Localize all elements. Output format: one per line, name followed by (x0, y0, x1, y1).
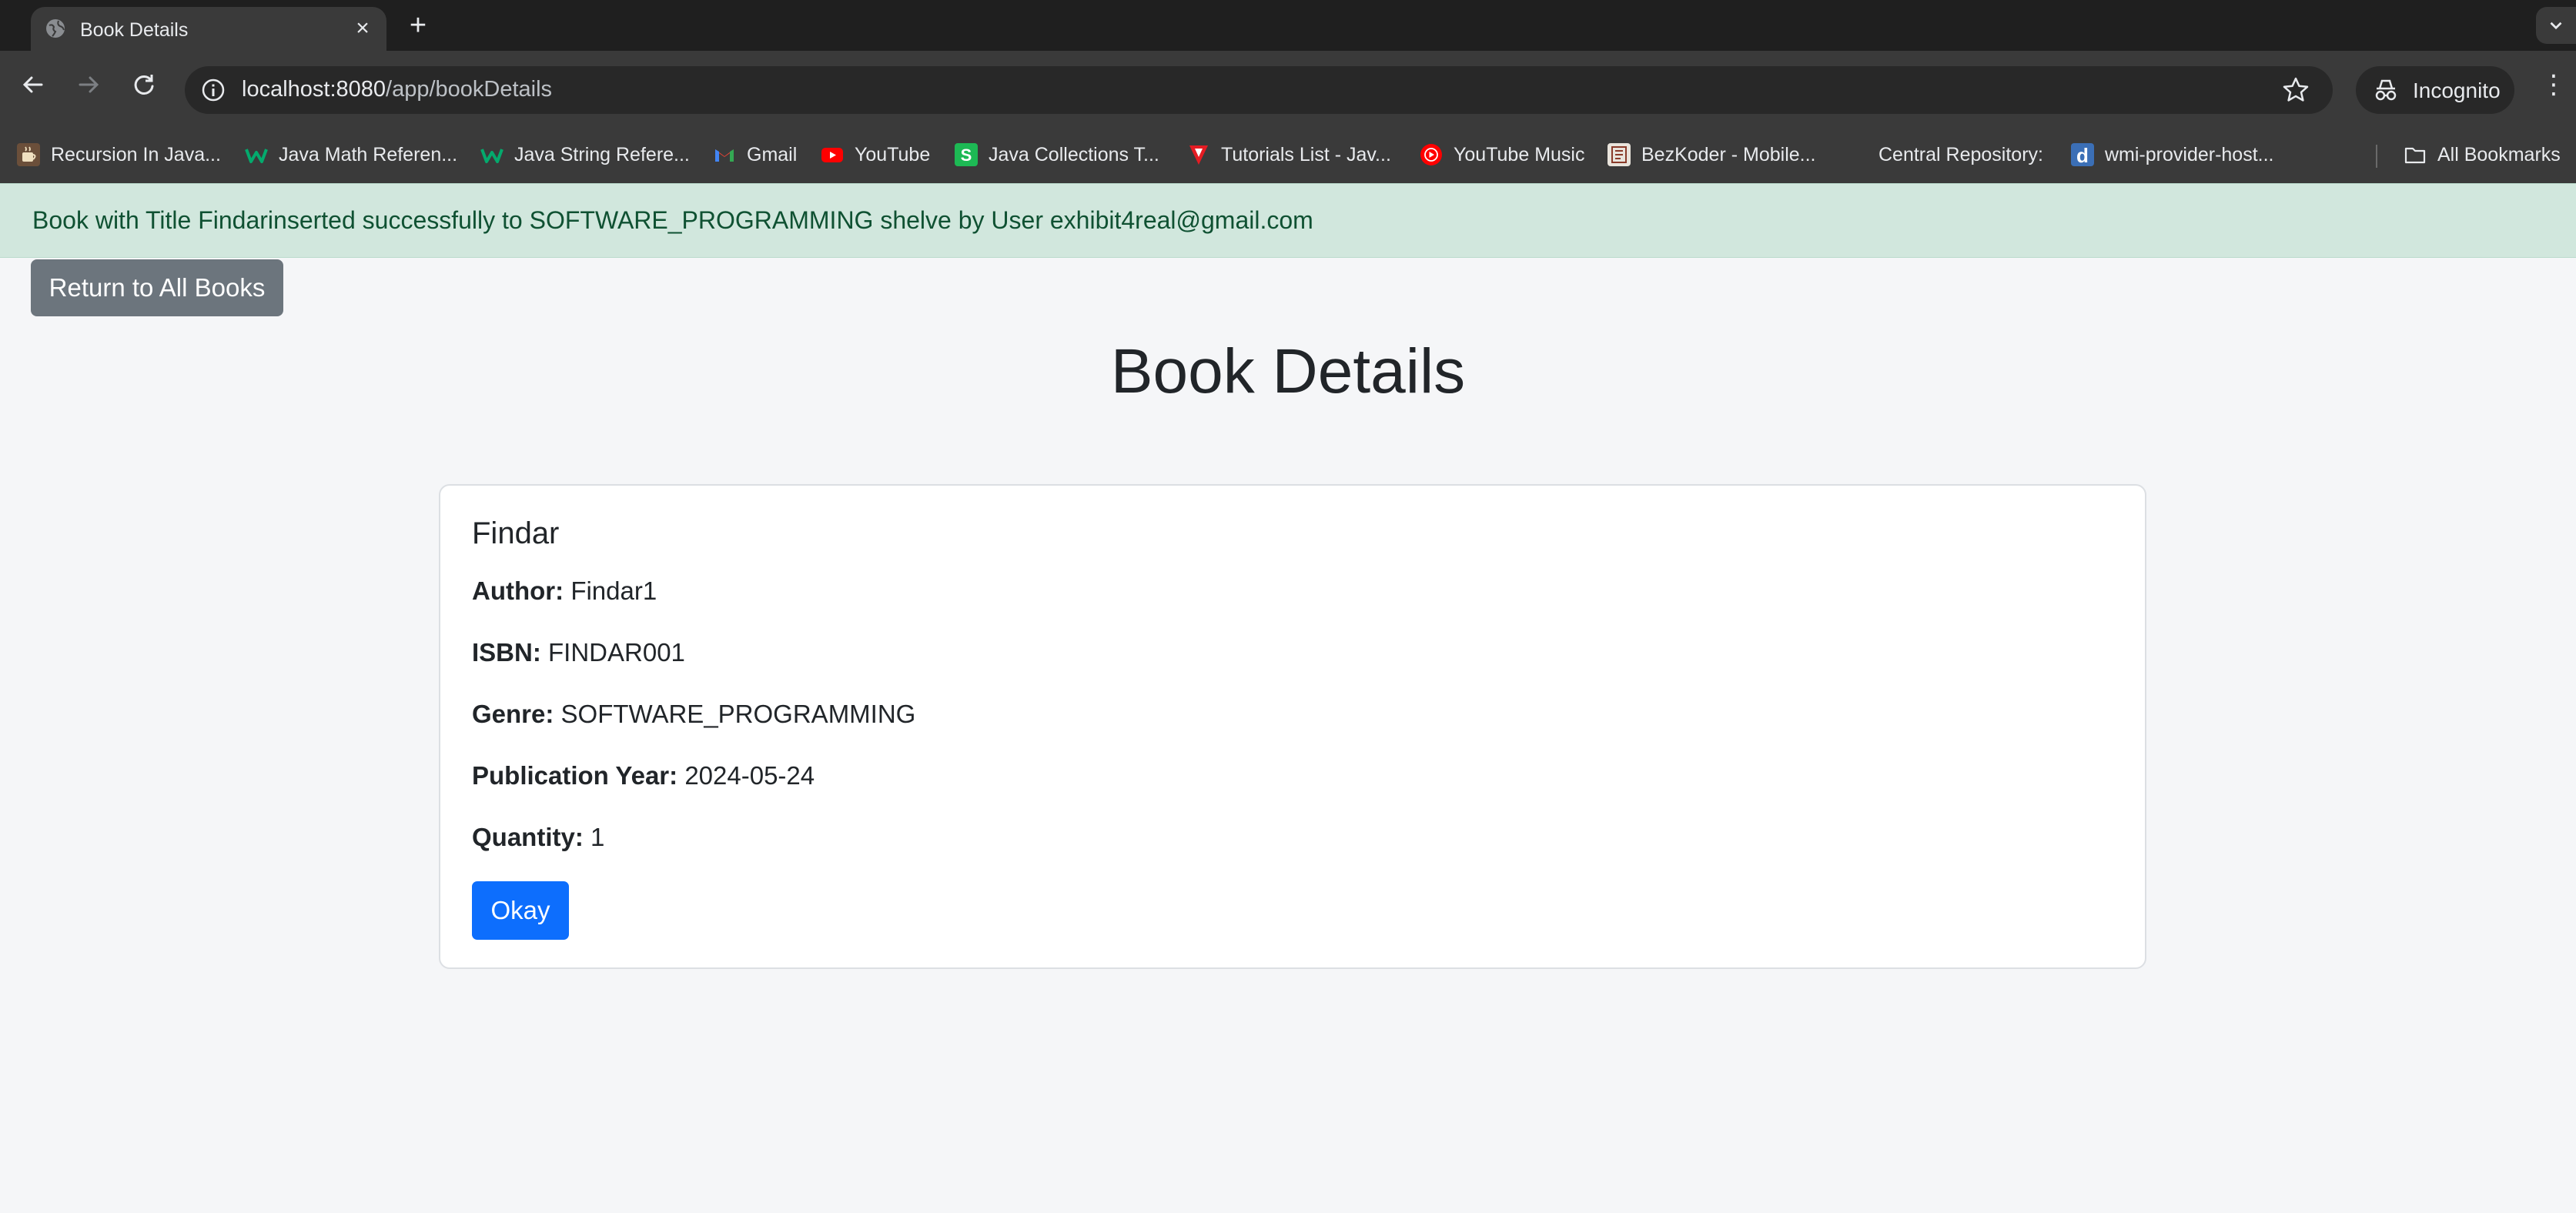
incognito-icon (2375, 79, 2397, 101)
arrow-left-icon (22, 76, 43, 93)
url-host: localhost:8080 (242, 77, 386, 102)
incognito-label: Incognito (2413, 79, 2501, 102)
browser-tab[interactable]: Book Details × (31, 7, 386, 51)
publication-year-field: Publication Year: 2024-05-24 (472, 761, 815, 790)
arrow-right-icon (79, 76, 99, 93)
genre-value: SOFTWARE_PROGRAMMING (560, 700, 916, 728)
bookmark-item[interactable]: Central Repository: (1878, 134, 2043, 175)
back-button[interactable] (15, 67, 51, 102)
isbn-label: ISBN: (472, 638, 541, 667)
bookmark-item[interactable]: Tutorials List - Jav... (1187, 134, 1391, 175)
publication-year-value: 2024-05-24 (684, 761, 815, 790)
quantity-label: Quantity: (472, 823, 584, 851)
w3schools-favicon-icon (245, 143, 268, 166)
all-bookmarks-label: All Bookmarks (2437, 143, 2561, 165)
new-tab-button[interactable]: + (403, 10, 433, 41)
isbn-field: ISBN: FINDAR001 (472, 638, 685, 667)
d-favicon-icon: d (2071, 143, 2094, 167)
bookmark-item[interactable]: YouTube (821, 134, 930, 175)
javatpoint-icon (1187, 143, 1210, 166)
w3schools-favicon-icon (480, 143, 503, 166)
book-details-card: Findar Author: Findar1 ISBN: FINDAR001 G… (439, 484, 2146, 969)
bookmarks-divider (2376, 145, 2377, 168)
bookmark-label: YouTube Music (1454, 143, 1585, 165)
star-icon[interactable] (2280, 75, 2311, 105)
svg-text:S: S (961, 145, 972, 165)
bookmark-label: Java Math Referen... (279, 143, 458, 165)
bookmark-item[interactable]: Gmail (713, 134, 797, 175)
author-label: Author: (472, 576, 564, 605)
chevron-down-icon (2550, 22, 2562, 30)
genre-field: Genre: SOFTWARE_PROGRAMMING (472, 700, 915, 729)
bookmark-item[interactable]: Java String Refere... (480, 134, 690, 175)
folder-icon (2404, 143, 2427, 166)
bookmark-item[interactable]: Recursion In Java... (17, 134, 221, 175)
bookmark-label: wmi-provider-host... (2105, 143, 2274, 165)
youtube-icon (821, 143, 844, 166)
forward-button[interactable] (71, 67, 106, 102)
bookmark-label: BezKoder - Mobile... (1641, 143, 1816, 165)
author-value: Findar1 (570, 576, 657, 605)
reload-icon (134, 75, 154, 95)
globe-icon (45, 18, 66, 39)
bookmarks-bar: Recursion In Java... Java Math Referen..… (0, 134, 2576, 184)
tab-bar: Book Details × + (0, 0, 2576, 51)
bookmark-label: Central Repository: (1878, 143, 2043, 165)
youtube-music-icon (1420, 143, 1443, 166)
tab-search-button[interactable] (2536, 7, 2576, 44)
tab-title: Book Details (80, 19, 189, 41)
bookmark-item[interactable]: YouTube Music (1420, 134, 1584, 175)
java-cup-favicon-icon (17, 143, 40, 166)
bookmark-label: YouTube (855, 143, 931, 165)
browser-toolbar: localhost:8080/app/bookDetails Incognito… (0, 51, 2576, 134)
okay-button[interactable]: Okay (472, 881, 569, 940)
close-icon[interactable]: × (350, 15, 376, 42)
s-favicon-icon: S (955, 143, 978, 166)
reload-button[interactable] (126, 67, 162, 102)
gmail-icon (713, 143, 736, 166)
bezkoder-icon (1607, 143, 1631, 166)
url-path: /app/bookDetails (386, 77, 553, 102)
bookmark-label: Recursion In Java... (51, 143, 221, 165)
return-to-all-books-button[interactable]: Return to All Books (31, 259, 283, 316)
svg-text:d: d (2076, 144, 2089, 166)
all-bookmarks-button[interactable]: All Bookmarks (2404, 134, 2561, 175)
bookmark-item[interactable]: d wmi-provider-host... (2071, 134, 2274, 175)
quantity-value: 1 (590, 823, 605, 851)
alert-message: Book with Title Findarinserted successfu… (32, 206, 1313, 234)
quantity-field: Quantity: 1 (472, 823, 604, 852)
author-field: Author: Findar1 (472, 576, 657, 606)
bookmark-label: Tutorials List - Jav... (1221, 143, 1391, 165)
bookmark-label: Gmail (747, 143, 798, 165)
bookmark-label: Java String Refere... (514, 143, 690, 165)
bookmark-item[interactable]: Java Math Referen... (245, 134, 457, 175)
page-title: Book Details (1110, 336, 1466, 406)
bookmark-item[interactable]: BezKoder - Mobile... (1607, 134, 1816, 175)
genre-label: Genre: (472, 700, 554, 728)
publication-year-label: Publication Year: (472, 761, 678, 790)
address-bar[interactable]: localhost:8080/app/bookDetails (185, 66, 2333, 114)
book-title: Findar (472, 516, 560, 550)
bookmark-label: Java Collections T... (989, 143, 1159, 165)
bookmark-item[interactable]: S Java Collections T... (955, 134, 1159, 175)
success-alert: Book with Title Findarinserted successfu… (0, 183, 2576, 258)
url-text: localhost:8080/app/bookDetails (242, 77, 552, 102)
info-icon[interactable] (200, 77, 226, 103)
more-vert-icon[interactable]: ⋮ (2541, 67, 2567, 102)
isbn-value: FINDAR001 (548, 638, 685, 667)
incognito-indicator[interactable]: Incognito (2356, 66, 2514, 114)
